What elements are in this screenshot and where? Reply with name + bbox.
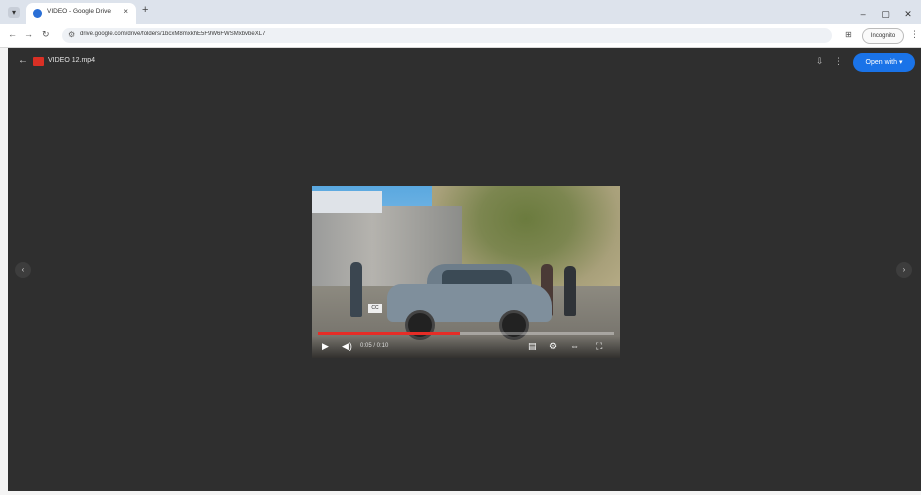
tab-title: VIDEO - Google Drive (47, 8, 111, 15)
url-text[interactable]: drive.google.com/drive/folders/1bcxM8mxk… (80, 31, 320, 37)
maximize-button[interactable]: ▢ (879, 9, 893, 20)
reload-button[interactable]: ↻ (42, 29, 50, 40)
previous-file-button[interactable]: ‹ (15, 262, 31, 278)
play-icon[interactable]: ▶ (322, 341, 329, 352)
video-player[interactable]: CC ▶ ◀) 0:05 / 0:10 ▤ ⚙ ⇔ ⛶ (312, 186, 620, 358)
video-frame-car (387, 264, 552, 340)
browser-tabstrip: ▾ VIDEO - Google Drive × + – ▢ ✕ (0, 0, 921, 24)
browser-tab[interactable]: VIDEO - Google Drive × (26, 3, 136, 24)
caption-chip: CC (368, 304, 382, 313)
window-controls: – ▢ ✕ (852, 4, 915, 22)
settings-icon[interactable]: ⚙ (549, 341, 557, 352)
theater-mode-icon[interactable]: ⇔ (570, 341, 579, 351)
tab-close-icon[interactable]: × (123, 7, 128, 16)
viewer-header: ← VIDEO 12.mp4 ⇩ ⋮ Open with ▾ (8, 48, 921, 78)
volume-icon[interactable]: ◀) (342, 341, 352, 352)
fullscreen-icon[interactable]: ⛶ (596, 341, 602, 352)
site-info-icon[interactable]: ⚙ (68, 30, 75, 39)
address-bar[interactable]: ⚙ drive.google.com/drive/folders/1bcxM8m… (62, 28, 832, 43)
drive-viewer: ← VIDEO 12.mp4 ⇩ ⋮ Open with ▾ ‹ › CC ▶ (8, 48, 921, 491)
video-progress-bar[interactable] (318, 332, 614, 335)
more-actions-icon[interactable]: ⋮ (834, 56, 843, 67)
drive-favicon-icon (33, 9, 42, 18)
subtitles-icon[interactable]: ▤ (528, 341, 537, 352)
close-window-button[interactable]: ✕ (901, 9, 915, 20)
forward-button[interactable]: → (24, 29, 33, 39)
open-with-button[interactable]: Open with ▾ (853, 53, 915, 72)
video-frame-person (350, 262, 362, 317)
close-viewer-icon[interactable]: ← (18, 55, 28, 66)
video-progress-played (318, 332, 461, 335)
video-controls: ▶ ◀) 0:05 / 0:10 ▤ ⚙ ⇔ ⛶ (312, 336, 620, 358)
download-icon[interactable]: ⇩ (816, 56, 824, 67)
incognito-chip[interactable]: Incognito (862, 28, 904, 44)
new-tab-button[interactable]: + (142, 4, 148, 16)
video-time: 0:05 / 0:10 (360, 343, 389, 349)
extensions-icon[interactable]: ⊞ (845, 30, 852, 39)
back-button[interactable]: ← (8, 29, 17, 39)
viewer-file-name: VIDEO 12.mp4 (48, 57, 96, 64)
browser-menu-button[interactable]: ⋮ (910, 29, 919, 40)
video-file-icon (33, 57, 44, 66)
tab-search-button[interactable]: ▾ (8, 7, 20, 18)
video-frame-person (564, 266, 576, 316)
video-frame-banner (312, 191, 382, 213)
next-file-button[interactable]: › (896, 262, 912, 278)
minimize-button[interactable]: – (856, 9, 870, 19)
browser-toolbar: ← → ↻ ⚙ drive.google.com/drive/folders/1… (0, 24, 921, 48)
